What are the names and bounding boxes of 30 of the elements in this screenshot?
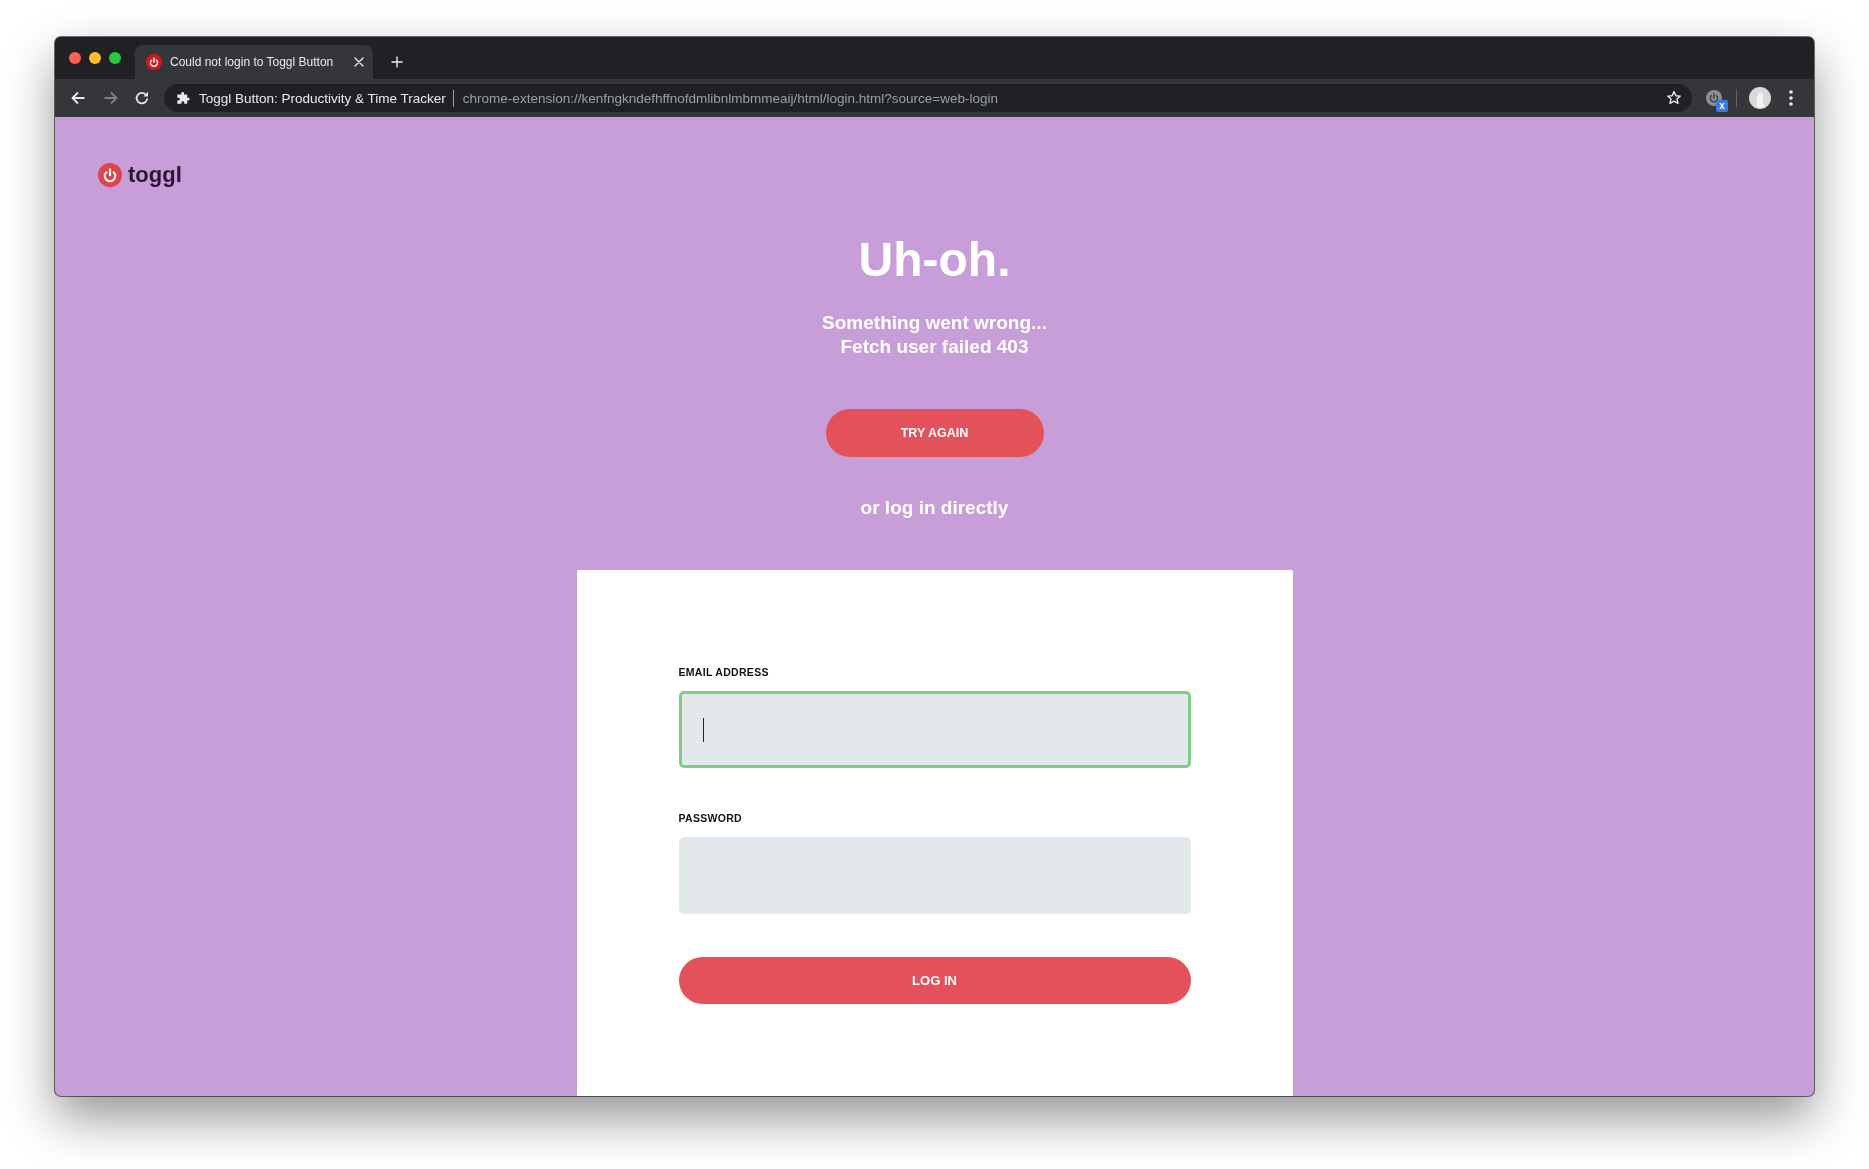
field-label: EMAIL ADDRESS — [678, 665, 770, 679]
try-again-button[interactable]: TRY AGAIN — [825, 409, 1044, 457]
window-control-button[interactable] — [69, 52, 81, 64]
window-control-button[interactable] — [109, 52, 121, 64]
window-control-button[interactable] — [89, 52, 101, 64]
browser-tab[interactable]: Could not login to Toggl Button — [135, 45, 373, 79]
text-cursor — [702, 717, 704, 742]
alternative-text: or log in directly — [860, 496, 1009, 520]
url-text: chrome-extension://kenfngkndefhffnofdmlibnlmbmmeaij/html/login.html?source=web-login — [462, 90, 999, 106]
site-name: Toggl Button: Productivity & Time Tracker — [199, 90, 446, 106]
reload-icon[interactable] — [134, 90, 150, 106]
power-icon — [146, 54, 162, 70]
tab-title: Could not login to Toggl Button — [170, 54, 335, 70]
avatar-icon[interactable] — [1749, 87, 1771, 109]
power-icon — [98, 163, 122, 187]
error-message: Something went wrong... — [822, 311, 1047, 335]
extension-badge: x — [1716, 100, 1728, 112]
field-label: PASSWORD — [678, 811, 743, 825]
address-bar[interactable]: Toggl Button: Productivity & Time Tracker chrome-extension://kenfngkndefhffnofdmlibnlmbmmeaij/html/login.html?source=web-login — [164, 84, 1692, 112]
bookmark-star-icon[interactable] — [1666, 90, 1682, 106]
plus-icon[interactable] — [391, 56, 403, 68]
heading: Uh-oh. — [858, 232, 1011, 288]
menu-icon[interactable] — [1789, 90, 1793, 106]
input-field[interactable] — [678, 691, 1191, 768]
back-arrow-icon[interactable] — [70, 90, 86, 106]
close-icon[interactable] — [354, 57, 364, 67]
error-message: Fetch user failed 403 — [840, 335, 1029, 359]
logo-text: toggl — [128, 163, 182, 187]
puzzle-icon — [176, 91, 190, 105]
log-in-button[interactable]: LOG IN — [678, 957, 1191, 1004]
